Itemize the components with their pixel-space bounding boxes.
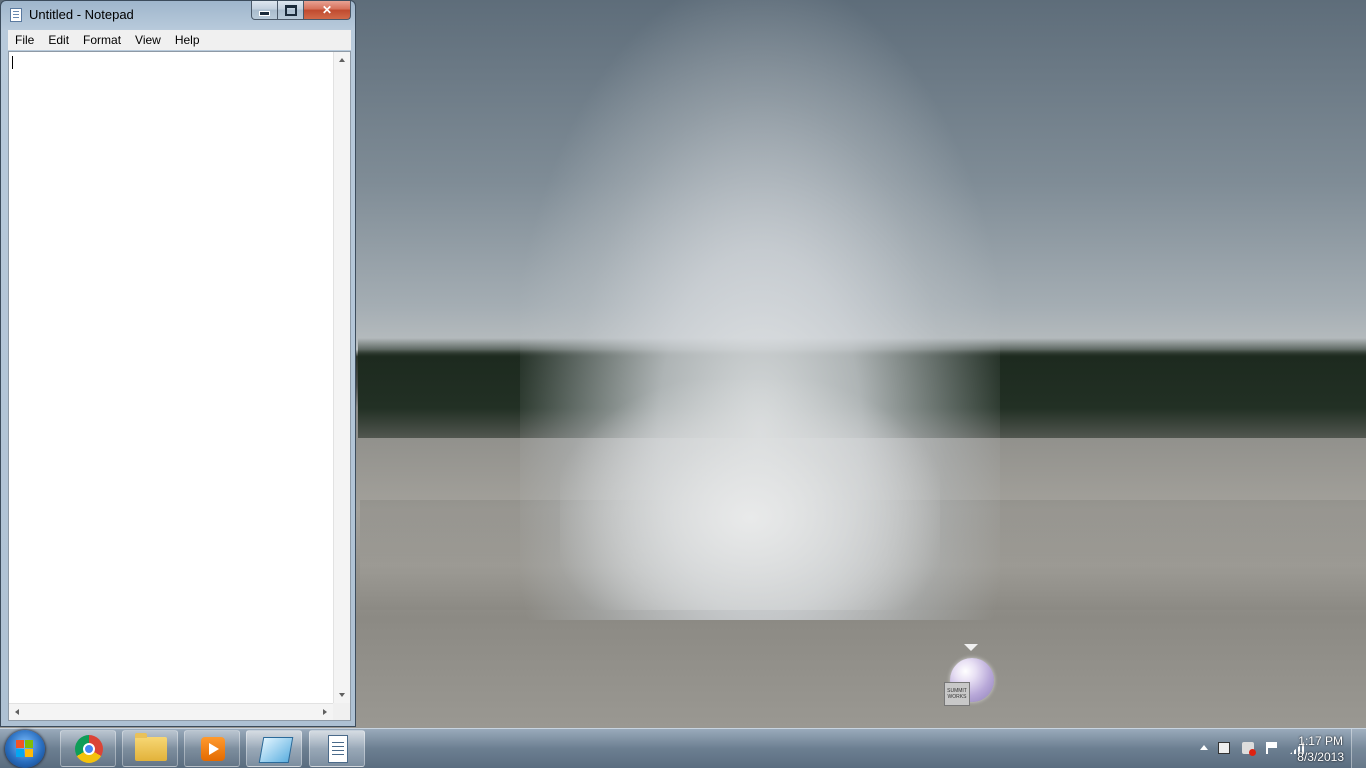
menu-bar: File Edit Format View Help [8, 30, 351, 50]
clock[interactable]: 1:17 PM 8/3/2013 [1297, 733, 1344, 765]
gadget-label: SUMMIT WORKS [944, 682, 970, 706]
caption-buttons: ✕ [251, 1, 351, 21]
menu-help[interactable]: Help [168, 33, 207, 47]
taskbar-explorer[interactable] [122, 730, 178, 767]
scroll-left-icon[interactable] [15, 709, 19, 715]
show-hidden-icons-icon[interactable] [1200, 745, 1208, 750]
chrome-icon [75, 735, 103, 763]
notepad-window[interactable]: Untitled - Notepad ✕ File Edit Format Vi… [0, 0, 356, 727]
file-explorer-icon [135, 733, 167, 761]
app-icon [258, 737, 294, 763]
menu-view[interactable]: View [128, 33, 168, 47]
start-button[interactable] [5, 730, 45, 768]
desktop-gadget[interactable]: SUMMIT WORKS [944, 644, 1000, 708]
maximize-button[interactable] [278, 1, 304, 20]
taskbar: 1:17 PM 8/3/2013 [0, 728, 1366, 768]
close-icon: ✕ [321, 3, 333, 17]
notepad-app-icon[interactable] [10, 8, 22, 22]
taskbar-media-player[interactable] [184, 730, 240, 767]
text-caret [12, 56, 13, 69]
power-icon[interactable] [1218, 742, 1230, 754]
horizontal-scrollbar[interactable] [9, 703, 333, 720]
action-center-flag-icon[interactable] [1266, 742, 1277, 754]
menu-format[interactable]: Format [76, 33, 128, 47]
media-player-icon [201, 737, 225, 761]
taskbar-chrome[interactable] [60, 730, 116, 767]
clock-date: 8/3/2013 [1297, 750, 1344, 764]
text-editor[interactable] [8, 51, 351, 721]
volume-muted-icon[interactable] [1242, 742, 1256, 756]
window-title: Untitled - Notepad [29, 7, 134, 22]
close-button[interactable]: ✕ [304, 1, 351, 20]
system-tray: 1:17 PM 8/3/2013 [1156, 729, 1366, 768]
notepad-icon [328, 735, 348, 763]
scroll-up-icon[interactable] [339, 58, 345, 62]
menu-file[interactable]: File [8, 33, 41, 47]
gadget-arrow-icon[interactable] [964, 644, 978, 651]
minimize-icon [259, 10, 270, 16]
geyser-steam-base [560, 380, 940, 610]
title-bar[interactable]: Untitled - Notepad ✕ [1, 1, 355, 29]
scroll-right-icon[interactable] [323, 709, 327, 715]
vertical-scrollbar[interactable] [333, 52, 350, 703]
taskbar-app[interactable] [246, 730, 302, 767]
size-grip[interactable] [333, 703, 350, 720]
scroll-down-icon[interactable] [339, 693, 345, 697]
minimize-button[interactable] [251, 1, 278, 20]
clock-time: 1:17 PM [1298, 734, 1343, 748]
menu-edit[interactable]: Edit [41, 33, 76, 47]
taskbar-notepad[interactable] [309, 730, 365, 767]
windows-logo-icon [16, 740, 34, 758]
maximize-icon [284, 4, 297, 16]
show-desktop-button[interactable] [1351, 729, 1366, 768]
